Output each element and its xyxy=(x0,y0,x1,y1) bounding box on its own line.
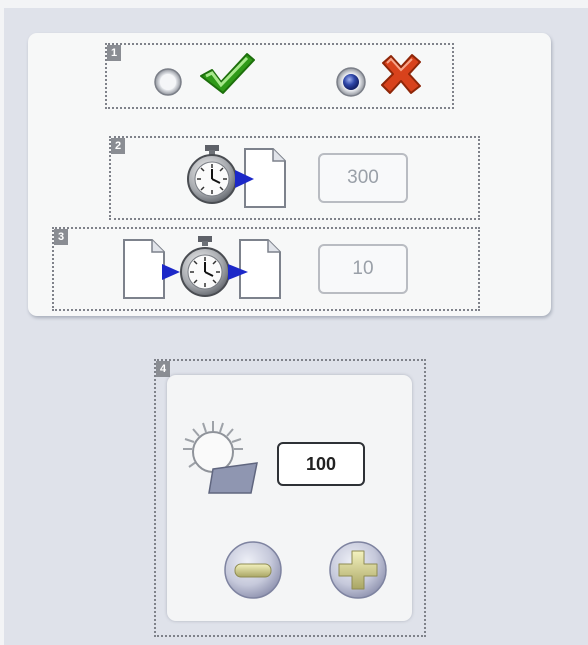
window-edge xyxy=(0,0,588,8)
option-zone-1: 1 xyxy=(105,43,454,109)
zone-badge: 1 xyxy=(107,45,121,61)
zone-badge: 4 xyxy=(156,361,170,377)
settings-panel: 1 2 300 3 10 xyxy=(28,33,551,316)
minus-icon[interactable] xyxy=(222,539,284,601)
window-edge xyxy=(0,0,4,645)
plus-icon[interactable] xyxy=(327,539,389,601)
radio-no[interactable] xyxy=(335,66,367,98)
interval-field[interactable]: 300 xyxy=(318,153,408,203)
option-zone-2: 2 300 xyxy=(109,136,480,220)
brightness-sun-icon xyxy=(183,421,258,494)
brightness-field[interactable]: 100 xyxy=(277,442,365,486)
count-field[interactable]: 10 xyxy=(318,244,408,294)
green-check-icon xyxy=(200,53,255,94)
timer-to-document-icon xyxy=(187,145,286,208)
brightness-panel: 100 xyxy=(167,375,412,621)
option-zone-3: 3 10 xyxy=(52,227,480,311)
document-timer-document-icon xyxy=(123,236,281,299)
red-x-icon xyxy=(381,54,421,94)
zone-badge: 3 xyxy=(54,229,68,245)
zone-badge: 2 xyxy=(111,138,125,154)
radio-yes[interactable] xyxy=(153,67,183,97)
